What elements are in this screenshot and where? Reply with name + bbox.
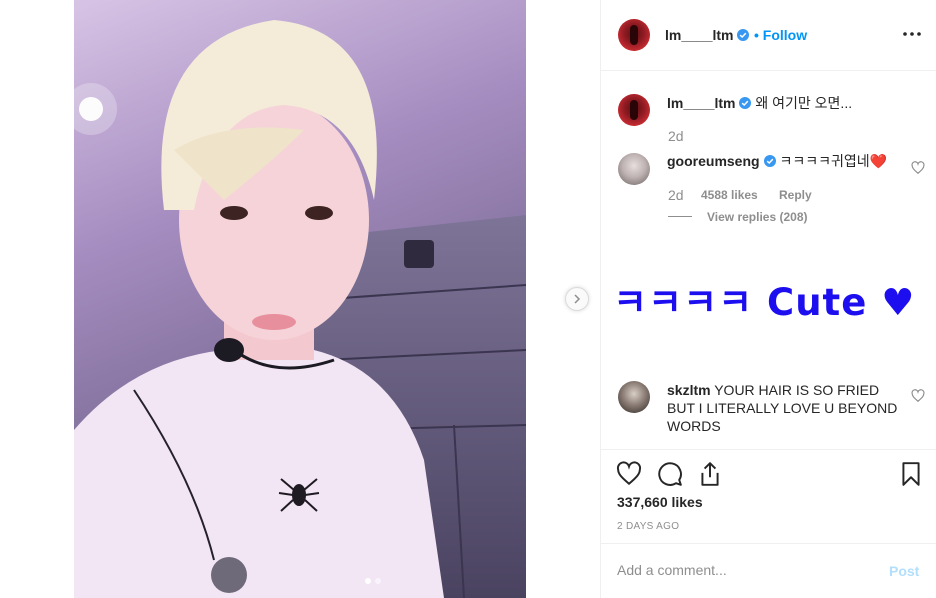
post-date[interactable]: 2 DAYS AGO bbox=[617, 521, 679, 532]
comment-like-icon[interactable] bbox=[911, 161, 925, 175]
post-panel: lm____ltm • Follow lm____ltm 왜 여기만 오면...… bbox=[600, 0, 936, 598]
carousel-dot-active bbox=[365, 578, 371, 584]
author-username[interactable]: lm____ltm bbox=[665, 27, 750, 43]
follow-separator: • bbox=[754, 27, 759, 43]
photo-illustration bbox=[74, 0, 526, 598]
author-avatar[interactable] bbox=[618, 19, 650, 51]
comment: skzltm YOUR HAIR IS SO FRIED BUT I LITER… bbox=[667, 381, 899, 435]
post-comment-button[interactable]: Post bbox=[889, 563, 919, 579]
view-replies-button[interactable]: View replies (208) bbox=[707, 210, 808, 224]
actions-divider bbox=[601, 449, 936, 450]
comment-icon[interactable] bbox=[657, 461, 683, 487]
comment-avatar[interactable] bbox=[618, 153, 650, 185]
follow-label[interactable]: Follow bbox=[763, 27, 807, 43]
share-icon[interactable] bbox=[697, 461, 723, 487]
comment-text: ㅋㅋㅋㅋ귀엽네❤️ bbox=[779, 153, 888, 169]
reply-button[interactable]: Reply bbox=[779, 188, 812, 202]
follow-button[interactable]: • Follow bbox=[754, 27, 807, 43]
chevron-right-icon bbox=[574, 294, 581, 304]
bookmark-icon[interactable] bbox=[898, 461, 924, 487]
media-area bbox=[0, 0, 600, 598]
verified-badge-icon bbox=[739, 97, 752, 109]
comment-avatar[interactable] bbox=[618, 381, 650, 413]
more-options-icon[interactable] bbox=[900, 26, 924, 42]
next-slide-button[interactable] bbox=[565, 287, 589, 311]
add-comment-input[interactable] bbox=[617, 562, 877, 578]
verified-badge-icon bbox=[737, 29, 750, 41]
author-username-text[interactable]: lm____ltm bbox=[665, 27, 733, 43]
comment-username[interactable]: skzltm bbox=[667, 382, 711, 398]
post-header: lm____ltm • Follow bbox=[601, 0, 936, 71]
caption-avatar[interactable] bbox=[618, 94, 650, 126]
overlay-cute-text: ㅋㅋㅋㅋ Cute ♥ bbox=[613, 281, 916, 324]
add-comment-divider bbox=[601, 543, 936, 544]
comment-username[interactable]: gooreumseng bbox=[667, 153, 760, 169]
likes-count[interactable]: 337,660 likes bbox=[617, 494, 703, 510]
carousel-dots bbox=[365, 578, 381, 584]
comment: gooreumseng ㅋㅋㅋㅋ귀엽네❤️ bbox=[667, 152, 897, 170]
comment-likes[interactable]: 4588 likes bbox=[701, 188, 758, 202]
replies-divider bbox=[668, 216, 692, 217]
verified-badge-icon bbox=[763, 155, 776, 167]
caption-username[interactable]: lm____ltm bbox=[667, 95, 735, 111]
caption-time[interactable]: 2d bbox=[668, 128, 684, 144]
comment-like-icon[interactable] bbox=[911, 389, 925, 403]
caption: lm____ltm 왜 여기만 오면... bbox=[667, 94, 915, 112]
post-photo[interactable] bbox=[74, 0, 526, 598]
heart-icon[interactable] bbox=[616, 461, 642, 487]
carousel-dot bbox=[375, 578, 381, 584]
comment-time[interactable]: 2d bbox=[668, 187, 684, 203]
caption-text: 왜 여기만 오면... bbox=[755, 95, 853, 111]
